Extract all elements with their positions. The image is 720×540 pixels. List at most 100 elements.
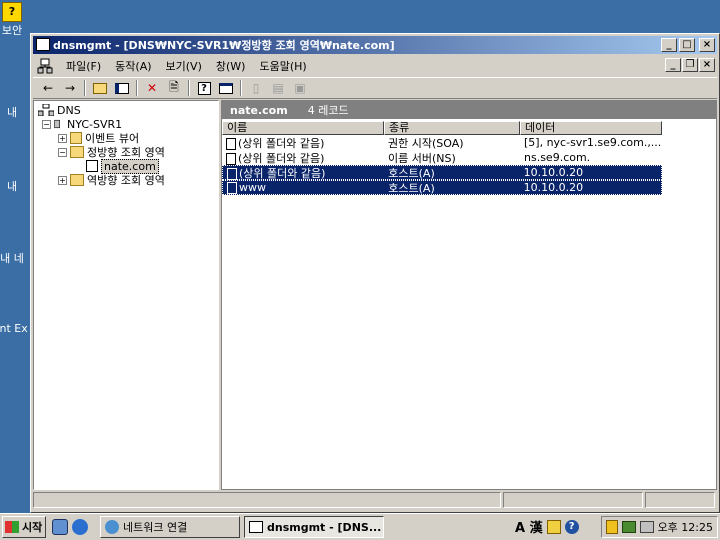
desktop-icon-my-documents[interactable]: 내 xyxy=(0,82,32,119)
toolbar-separator xyxy=(188,80,190,96)
table-row[interactable]: www 호스트(A) 10.10.0.20 xyxy=(222,180,662,195)
dns-icon xyxy=(38,104,54,116)
cell-data: ns.se9.com. xyxy=(520,151,662,164)
tree-node-server[interactable]: − NYC-SVR1 xyxy=(42,117,122,131)
desktop-icon-label: Int Ex xyxy=(0,322,28,335)
status-pane xyxy=(33,492,501,508)
table-row[interactable]: (상위 폴더와 같음) 이름 서버(NS) ns.se9.com. xyxy=(222,150,662,165)
desktop-icon-security[interactable]: ? 보안 xyxy=(0,2,32,38)
security-shield-icon[interactable] xyxy=(605,520,618,534)
column-header: 이름 종류 데이터 xyxy=(222,121,716,135)
tree-node-reverse-zone[interactable]: + 역방향 조회 영역 xyxy=(58,173,165,187)
properties-icon[interactable]: 🗎 xyxy=(163,78,185,98)
cell-type: 권한 시작(SOA) xyxy=(384,135,520,151)
back-icon[interactable]: ← xyxy=(37,78,59,98)
event-viewer-icon xyxy=(70,132,82,144)
cell-data: 10.10.0.20 xyxy=(520,166,661,179)
ime-help-icon[interactable]: ? xyxy=(564,519,579,534)
help-icon[interactable]: ? xyxy=(193,78,215,98)
network-tray-icon[interactable] xyxy=(621,521,636,533)
desktop-icon-my-computer[interactable]: 내 xyxy=(0,150,32,193)
cell-text: 호스트(A) xyxy=(388,166,435,180)
show-desktop-icon[interactable] xyxy=(52,519,68,535)
cell-text: [5], nyc-svr1.se9.com.,... xyxy=(524,136,662,149)
zone-icon xyxy=(86,160,98,172)
forward-icon[interactable]: → xyxy=(59,78,81,98)
collapse-icon[interactable]: − xyxy=(42,119,51,129)
tree-node-forward-zone[interactable]: − 정방향 조회 영역 xyxy=(58,145,165,159)
mdi-minimize-button[interactable]: _ xyxy=(665,58,681,72)
cell-text: ns.se9.com. xyxy=(524,151,591,164)
console-icon xyxy=(249,521,263,533)
menu-file[interactable]: 파일(F) xyxy=(59,56,108,76)
desktop-icon-label: 내 네 xyxy=(0,252,24,265)
toolbar: ← → ✕ 🗎 ? ▯ ▤ ▣ xyxy=(33,77,717,99)
menu-view[interactable]: 보기(V) xyxy=(159,56,209,76)
up-folder-icon[interactable] xyxy=(89,78,111,98)
close-button[interactable]: × xyxy=(699,38,715,52)
collapse-icon[interactable]: − xyxy=(58,147,67,157)
ime-label: A 漢 xyxy=(515,521,543,536)
mdi-restore-button[interactable]: ❐ xyxy=(682,58,698,72)
ime-tool-icon[interactable] xyxy=(546,519,561,534)
menu-help[interactable]: 도움말(H) xyxy=(252,56,313,76)
cell-text: (상위 폴더와 같음) xyxy=(238,151,325,165)
column-type[interactable]: 종류 xyxy=(384,121,520,135)
clock[interactable]: 오후 12:25 xyxy=(658,519,713,535)
menu-bar: 파일(F) 동작(A) 보기(V) 창(W) 도움말(H) _ ❐ × xyxy=(33,56,717,76)
task-label: dnsmgmt - [DNS... xyxy=(267,520,382,534)
expand-icon[interactable]: + xyxy=(58,175,67,185)
cell-text: 10.10.0.20 xyxy=(523,181,584,194)
console-tree-icon[interactable] xyxy=(215,78,237,98)
tree-label: 역방향 조회 영역 xyxy=(87,174,165,187)
cell-name: (상위 폴더와 같음) xyxy=(222,150,384,166)
toolbar-separator xyxy=(84,80,86,96)
tree-node-dns[interactable]: DNS xyxy=(38,103,81,117)
menu-window[interactable]: 창(W) xyxy=(209,56,253,76)
minimize-button[interactable]: _ xyxy=(661,38,677,52)
toolbar-separator xyxy=(136,80,138,96)
server-icon xyxy=(54,119,60,129)
tree-node-zone-nate[interactable]: nate.com xyxy=(86,158,159,174)
record-icon xyxy=(227,182,237,194)
maximize-button[interactable]: □ xyxy=(679,38,695,52)
help-icon: ? xyxy=(2,2,22,22)
zone-icon[interactable]: ▣ xyxy=(289,78,311,98)
record-list: (상위 폴더와 같음) 권한 시작(SOA) [5], nyc-svr1.se9.c… xyxy=(222,135,716,195)
cell-data: [5], nyc-svr1.se9.com.,... xyxy=(520,136,662,149)
details-header: nate.com 4 레코드 xyxy=(222,101,716,121)
cell-text: 권한 시작(SOA) xyxy=(388,136,464,150)
toolbar-separator xyxy=(240,80,242,96)
cell-name: (상위 폴더와 같음) xyxy=(222,135,384,151)
table-row[interactable]: (상위 폴더와 같음) 호스트(A) 10.10.0.20 xyxy=(222,165,662,180)
tree-label: DNS xyxy=(57,103,81,117)
column-data[interactable]: 데이터 xyxy=(520,121,662,135)
delete-icon[interactable]: ✕ xyxy=(141,78,163,98)
volume-icon[interactable] xyxy=(639,521,654,533)
desktop-icon-label: 내 xyxy=(6,106,18,119)
desktop-icon-internet-explorer[interactable]: Int Ex xyxy=(0,300,32,335)
app-icon xyxy=(36,38,50,51)
status-pane xyxy=(503,492,643,508)
show-tree-icon[interactable] xyxy=(111,78,133,98)
cell-text: 이름 서버(NS) xyxy=(388,151,456,165)
desktop-icon-network[interactable]: 내 네 xyxy=(0,222,32,265)
task-network-connections[interactable]: 네트워크 연결 xyxy=(100,516,240,538)
tree-node-event-viewer[interactable]: + 이벤트 뷰어 xyxy=(58,131,139,145)
expand-icon[interactable]: + xyxy=(58,133,67,143)
table-row[interactable]: (상위 폴더와 같음) 권한 시작(SOA) [5], nyc-svr1.se9.c… xyxy=(222,135,662,150)
column-name[interactable]: 이름 xyxy=(222,121,384,135)
internet-explorer-icon[interactable] xyxy=(72,519,88,535)
menu-action[interactable]: 동작(A) xyxy=(108,56,158,76)
network-icon xyxy=(105,520,119,534)
mdi-close-button[interactable]: × xyxy=(699,58,715,72)
title-bar[interactable]: dnsmgmt - [DNS₩NYC-SVR1₩정방향 조회 영역₩nate.c… xyxy=(33,36,717,54)
server-icon[interactable]: ▯ xyxy=(245,78,267,98)
tree-label: NYC-SVR1 xyxy=(67,117,123,131)
cell-text: (상위 폴더와 같음) xyxy=(238,136,325,150)
record-icon[interactable]: ▤ xyxy=(267,78,289,98)
record-icon xyxy=(226,152,236,165)
ime-indicator[interactable]: A 漢 ? xyxy=(515,517,579,536)
task-dnsmgmt[interactable]: dnsmgmt - [DNS... xyxy=(244,516,384,538)
start-button[interactable]: 시작 xyxy=(2,516,46,538)
